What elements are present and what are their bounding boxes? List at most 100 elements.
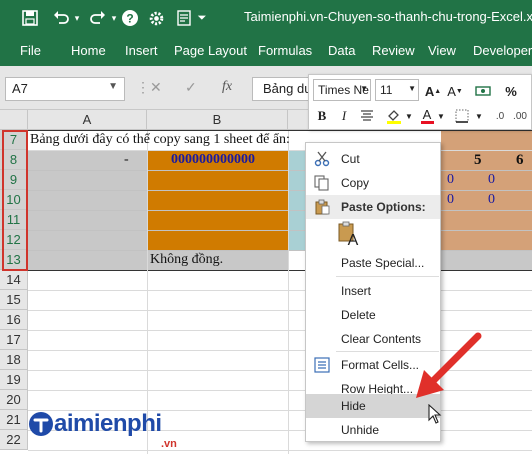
tab-page-layout[interactable]: Page Layout bbox=[174, 43, 247, 58]
svg-text:?: ? bbox=[126, 12, 133, 26]
mini-toolbar: Times Ne ▼ 11 ▼ A ▲ A ▼ % B I ▼ A ▼ ▼ .0 .00 bbox=[308, 74, 532, 130]
row-header-14[interactable]: 14 bbox=[0, 270, 28, 290]
redo-icon[interactable] bbox=[87, 6, 109, 30]
row-header-18[interactable]: 18 bbox=[0, 350, 28, 370]
cell-value-5[interactable]: 5 bbox=[474, 152, 482, 169]
increase-font-icon[interactable]: A ▲ bbox=[425, 81, 441, 101]
select-all-corner[interactable] bbox=[0, 110, 28, 130]
tab-insert[interactable]: Insert bbox=[125, 43, 158, 58]
font-name-field[interactable]: Times Ne ▼ bbox=[313, 79, 371, 101]
copy-icon bbox=[314, 175, 329, 191]
decrease-font-icon[interactable]: A ▼ bbox=[447, 81, 463, 101]
menu-label-insert: Insert bbox=[341, 284, 372, 298]
undo-dropdown-icon[interactable]: ▾ bbox=[72, 6, 82, 30]
chevron-down-icon[interactable]: ▼ bbox=[475, 106, 483, 126]
italic-button[interactable]: I bbox=[337, 106, 351, 126]
name-box-value: A7 bbox=[12, 81, 28, 96]
percent-format-icon[interactable]: % bbox=[503, 81, 519, 101]
menu-label-copy: Copy bbox=[341, 176, 370, 190]
cell-zero-r10b[interactable]: 0 bbox=[488, 192, 495, 208]
tab-file[interactable]: File bbox=[20, 43, 41, 58]
logo-text: aimienphi bbox=[54, 410, 162, 437]
align-center-icon[interactable] bbox=[357, 106, 377, 126]
menu-header-paste-options: Paste Options: bbox=[306, 195, 440, 219]
clipboard-icon bbox=[315, 199, 330, 215]
menu-label-paste-special: Paste Special... bbox=[341, 256, 425, 270]
cell-a8[interactable]: - bbox=[124, 152, 129, 168]
font-color-icon[interactable]: A bbox=[419, 106, 435, 126]
cell-zero-r9a[interactable]: 0 bbox=[447, 172, 454, 188]
format-cells-icon bbox=[314, 357, 330, 373]
row-header-16[interactable]: 16 bbox=[0, 310, 28, 330]
fill-grey-right bbox=[441, 251, 532, 271]
name-box[interactable]: A7 ▼ bbox=[5, 77, 125, 101]
font-size-value: 11 bbox=[380, 83, 393, 97]
title-bar: ▾ ▾ ? ⏷ Taimienphi.vn-Chuyen-so-thanh-ch… bbox=[0, 0, 532, 36]
window-title: Taimienphi.vn-Chuyen-so-thanh-chu-trong-… bbox=[244, 9, 532, 24]
paste-keep-text-icon[interactable]: A bbox=[336, 221, 362, 249]
ribbon-tabs: File Home Insert Page Layout Formulas Da… bbox=[0, 36, 532, 66]
column-header-b[interactable]: B bbox=[147, 110, 288, 130]
undo-icon[interactable] bbox=[50, 6, 72, 30]
more-options-icon: ⋮ bbox=[136, 79, 150, 95]
row-header-20[interactable]: 20 bbox=[0, 390, 28, 410]
logo-suffix: .vn bbox=[161, 438, 177, 450]
decrease-decimal-icon[interactable]: .00 bbox=[511, 106, 529, 126]
customize-toolbar-icon[interactable]: ⏷ bbox=[196, 6, 208, 30]
tab-developer[interactable]: Developer bbox=[473, 43, 532, 58]
increase-decimal-icon[interactable]: .0 bbox=[491, 106, 509, 126]
cell-value-6[interactable]: 6 bbox=[516, 152, 524, 169]
tab-formulas[interactable]: Formulas bbox=[258, 43, 312, 58]
cell-b8[interactable]: 000000000000 bbox=[171, 152, 255, 168]
save-icon[interactable] bbox=[18, 6, 42, 30]
bold-button[interactable]: B bbox=[315, 106, 329, 126]
scissors-icon bbox=[314, 151, 330, 167]
menu-item-unhide[interactable]: Unhide bbox=[306, 418, 440, 442]
column-header-a[interactable]: A bbox=[28, 110, 147, 130]
chevron-down-icon[interactable]: ▼ bbox=[437, 106, 445, 126]
row-selection-highlight bbox=[2, 130, 28, 271]
row-header-21[interactable]: 21 bbox=[0, 410, 28, 430]
taimienphi-logo: aimienphi .vn bbox=[28, 410, 177, 450]
tab-home[interactable]: Home bbox=[71, 43, 106, 58]
help-icon[interactable]: ? bbox=[119, 6, 141, 30]
cancel-icon[interactable]: ✕ bbox=[150, 79, 162, 96]
fill-color-icon[interactable] bbox=[385, 106, 403, 126]
menu-item-insert[interactable]: Insert bbox=[306, 279, 440, 303]
menu-item-delete[interactable]: Delete bbox=[306, 303, 440, 327]
borders-icon[interactable] bbox=[453, 106, 471, 126]
font-size-field[interactable]: 11 ▼ bbox=[375, 79, 419, 101]
row-header-22[interactable]: 22 bbox=[0, 430, 28, 450]
menu-label-format-cells: Format Cells... bbox=[341, 358, 420, 372]
tab-data[interactable]: Data bbox=[328, 43, 355, 58]
chevron-down-icon[interactable]: ▼ bbox=[405, 106, 413, 126]
insert-function-icon[interactable]: fx bbox=[222, 79, 232, 95]
row-header-19[interactable]: 19 bbox=[0, 370, 28, 390]
chevron-down-icon[interactable]: ▼ bbox=[360, 84, 368, 93]
tab-review[interactable]: Review bbox=[372, 43, 415, 58]
cell-zero-r10a[interactable]: 0 bbox=[447, 192, 454, 208]
chevron-down-icon[interactable]: ▼ bbox=[408, 84, 416, 93]
red-arrow-icon bbox=[416, 332, 482, 398]
menu-label-paste-options: Paste Options: bbox=[341, 200, 426, 214]
font-color-letter: A bbox=[422, 107, 432, 122]
logo-t-icon bbox=[29, 412, 53, 436]
cell-b13[interactable]: Không đồng. bbox=[150, 252, 223, 268]
cell-zero-r9b[interactable]: 0 bbox=[488, 172, 495, 188]
row-header-15[interactable]: 15 bbox=[0, 290, 28, 310]
cell-a7[interactable]: Bảng dưới đây có thể copy sang 1 sheet đ… bbox=[30, 132, 290, 148]
menu-label-hide: Hide bbox=[341, 399, 366, 413]
menu-label-delete: Delete bbox=[341, 308, 376, 322]
print-preview-icon[interactable] bbox=[173, 6, 195, 30]
row-header-17[interactable]: 17 bbox=[0, 330, 28, 350]
chevron-down-icon[interactable]: ▼ bbox=[108, 81, 118, 92]
redo-dropdown-icon[interactable]: ▾ bbox=[109, 6, 119, 30]
menu-item-copy[interactable]: Copy bbox=[306, 171, 440, 195]
enter-icon[interactable]: ✓ bbox=[185, 79, 197, 96]
settings-gear-icon[interactable] bbox=[145, 6, 167, 30]
fill-grey bbox=[28, 151, 147, 271]
menu-item-paste-special[interactable]: Paste Special... bbox=[306, 251, 440, 275]
tab-view[interactable]: View bbox=[428, 43, 456, 58]
currency-format-icon[interactable] bbox=[473, 81, 493, 101]
menu-item-cut[interactable]: Cut bbox=[306, 147, 440, 171]
